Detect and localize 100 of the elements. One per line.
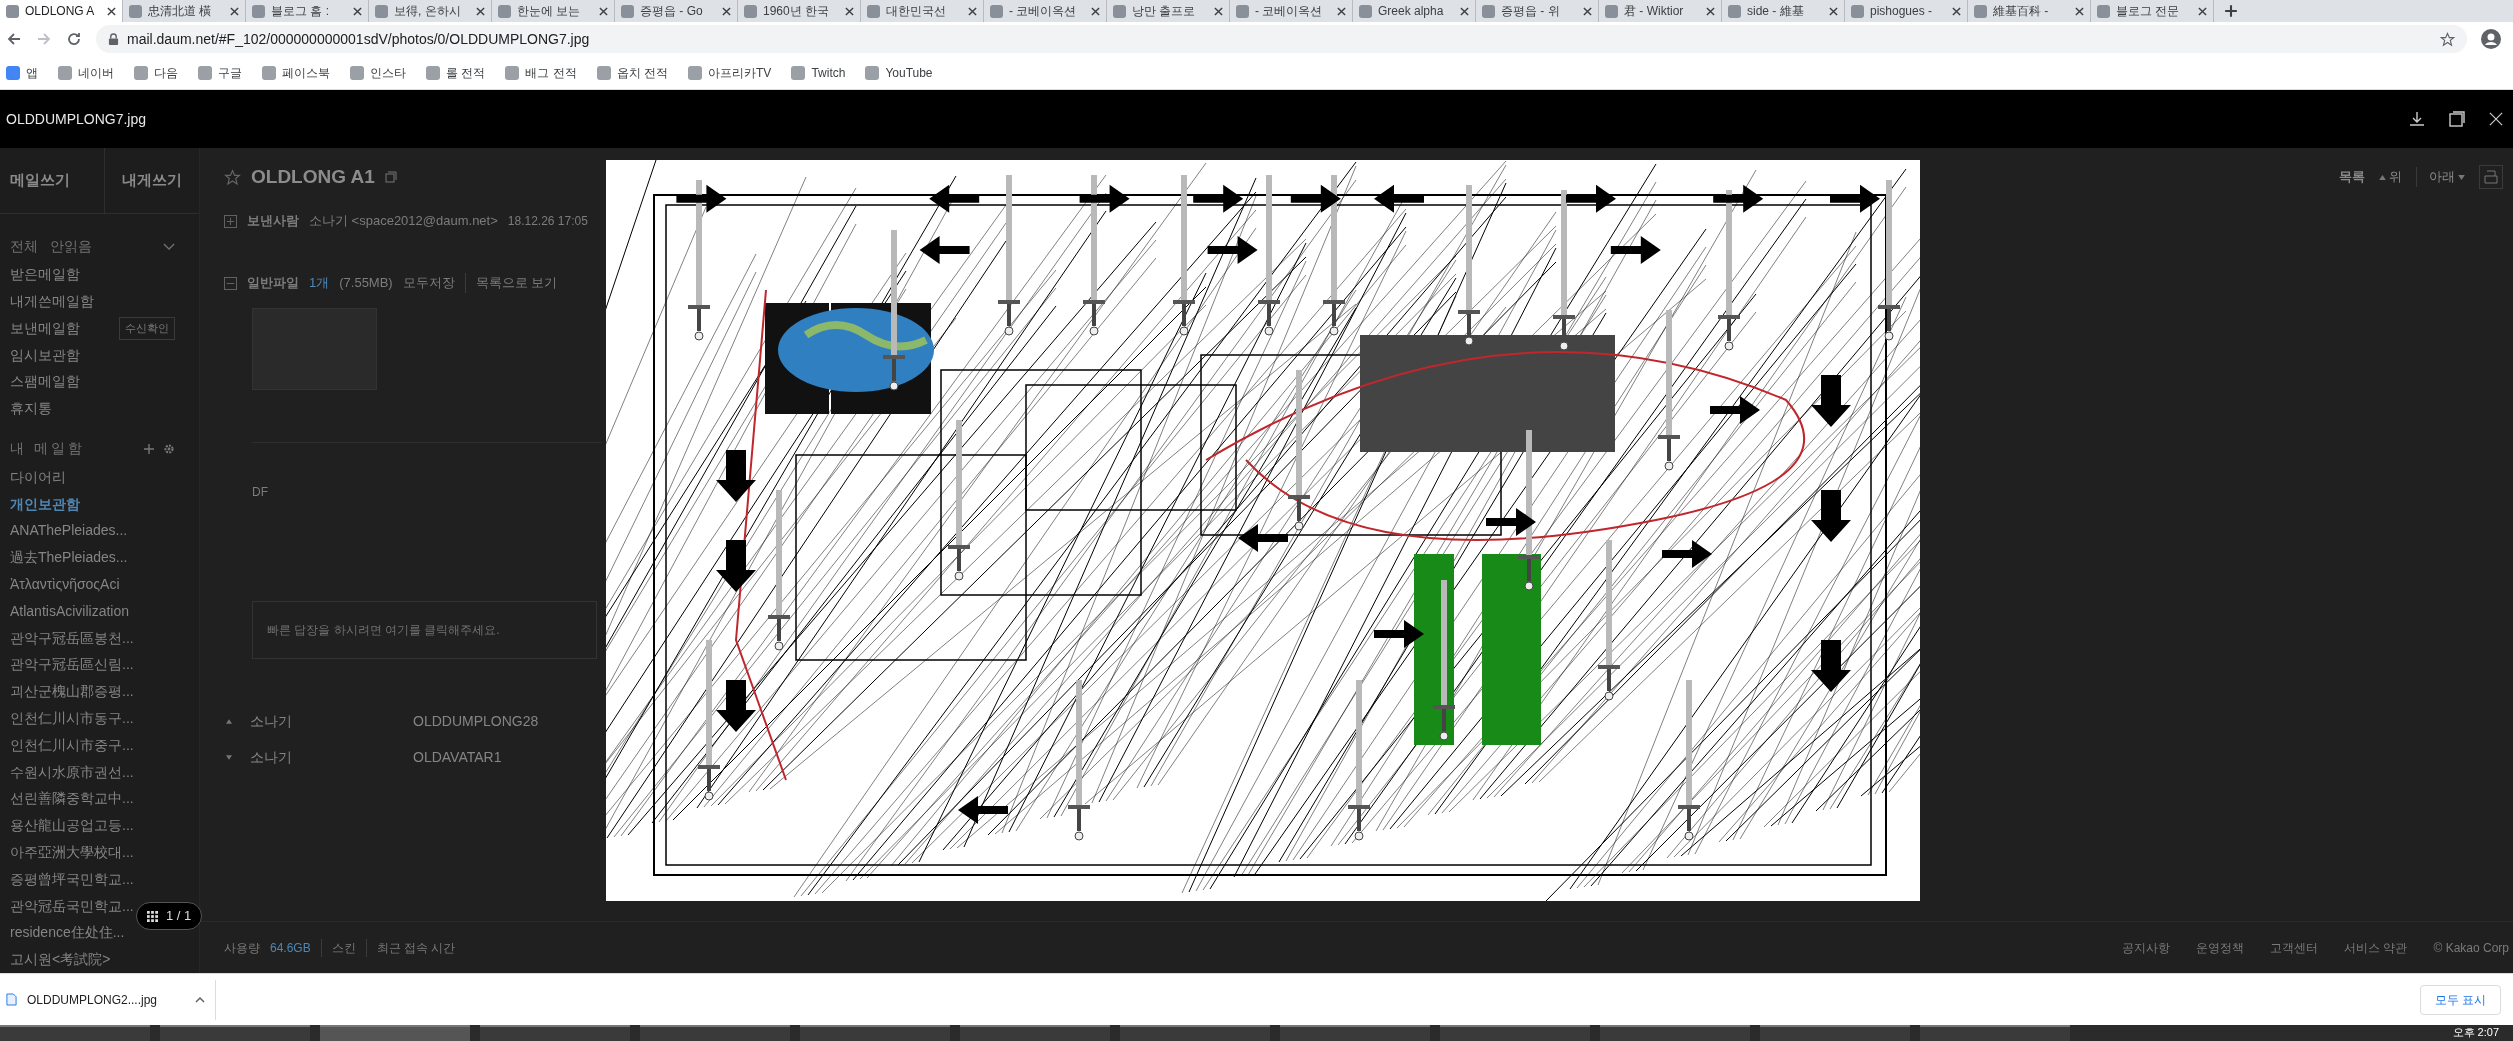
save-all-link[interactable]: 모두저장 bbox=[402, 273, 455, 293]
caret-icon[interactable] bbox=[195, 996, 205, 1003]
folder-item[interactable]: 받은메일함 bbox=[10, 264, 80, 286]
close-icon[interactable] bbox=[107, 6, 116, 16]
close-icon[interactable] bbox=[845, 6, 854, 16]
address-bar[interactable]: mail.daum.net/#F_102/000000000001sdV/photos/0/OLDDUMPLONG7.jpg bbox=[96, 25, 2467, 53]
folder-item[interactable]: 고시원<考試院> bbox=[10, 949, 111, 971]
folder-item[interactable]: ANAThePleiades... bbox=[10, 520, 128, 542]
close-icon[interactable] bbox=[476, 6, 485, 16]
close-icon[interactable] bbox=[1706, 6, 1715, 16]
bookmark[interactable]: 아프리카TV bbox=[688, 63, 772, 82]
star-icon[interactable] bbox=[2440, 31, 2455, 47]
list-link[interactable]: 목록 bbox=[2339, 167, 2365, 187]
bookmark[interactable]: YouTube bbox=[865, 63, 933, 82]
close-icon[interactable] bbox=[1460, 6, 1469, 16]
copy-icon[interactable] bbox=[384, 171, 397, 183]
folder-item[interactable]: 용산龍山공업고등... bbox=[10, 815, 134, 837]
footer-link[interactable]: © Kakao Corp bbox=[2433, 938, 2509, 957]
folder-item[interactable]: 아주亞洲大學校대... bbox=[10, 841, 134, 863]
back-icon[interactable] bbox=[6, 31, 22, 47]
bookmark[interactable]: 구글 bbox=[198, 63, 242, 82]
last-access-link[interactable]: 최근 접속 시간 bbox=[365, 938, 456, 957]
taskbar-app-icon[interactable] bbox=[1280, 1025, 1430, 1041]
taskbar-app-icon[interactable] bbox=[960, 1025, 1110, 1041]
folder-item[interactable]: 개인보관함 bbox=[10, 493, 80, 515]
bookmark[interactable]: 앱 bbox=[6, 63, 38, 82]
collapse-icon[interactable] bbox=[224, 276, 237, 290]
close-icon[interactable] bbox=[1952, 6, 1961, 16]
settings-icon[interactable] bbox=[163, 442, 175, 455]
close-icon[interactable] bbox=[230, 6, 239, 16]
list-view-link[interactable]: 목록으로 보기 bbox=[464, 273, 558, 293]
bookmark[interactable]: 배그 전적 bbox=[505, 63, 577, 82]
browser-tab[interactable]: OLDLONG A bbox=[0, 0, 123, 22]
taskbar-app-icon[interactable] bbox=[0, 1025, 150, 1041]
download-icon[interactable] bbox=[2409, 111, 2425, 127]
taskbar-app-icon[interactable] bbox=[1760, 1025, 1910, 1041]
bookmark[interactable]: 다음 bbox=[134, 63, 178, 82]
folder-item[interactable]: 증평曾坪국민학교... bbox=[10, 868, 134, 890]
close-icon[interactable] bbox=[353, 6, 362, 16]
close-icon[interactable] bbox=[1583, 6, 1592, 16]
taskbar-app-icon[interactable] bbox=[160, 1025, 310, 1041]
thread-subject-link[interactable]: OLDAVATAR1 bbox=[413, 746, 502, 768]
bookmark[interactable]: Twitch bbox=[791, 63, 846, 82]
folder-item[interactable]: residence住处住... bbox=[10, 922, 125, 944]
close-icon[interactable] bbox=[968, 6, 977, 16]
profile-icon[interactable] bbox=[2481, 29, 2501, 49]
taskbar-app-icon[interactable] bbox=[800, 1025, 950, 1041]
folder-item[interactable]: 관악구冠岳區봉천... bbox=[10, 627, 134, 649]
folder-item[interactable]: 수원시水原市권선... bbox=[10, 761, 134, 783]
taskbar-app-icon[interactable] bbox=[640, 1025, 790, 1041]
close-icon[interactable] bbox=[2198, 6, 2207, 16]
grid-icon[interactable] bbox=[147, 910, 158, 922]
up-link[interactable]: 위 bbox=[2389, 167, 2402, 187]
taskbar-app-icon[interactable] bbox=[1600, 1025, 1750, 1041]
skin-link[interactable]: 스킨 bbox=[320, 938, 356, 957]
close-icon[interactable] bbox=[1337, 6, 1346, 16]
folder-item[interactable]: ἈτλαντὶςνῆσοςAci bbox=[10, 573, 120, 595]
bookmark[interactable]: 옵치 전적 bbox=[596, 63, 669, 82]
filter-tab[interactable]: 전체 bbox=[10, 235, 38, 257]
folder-item[interactable]: 임시보관함 bbox=[10, 344, 80, 366]
footer-link[interactable]: 서비스 약관 bbox=[2344, 938, 2408, 957]
close-icon[interactable] bbox=[1214, 6, 1223, 16]
taskbar-app-icon[interactable] bbox=[1440, 1025, 1590, 1041]
reply-field[interactable]: 빠른 답장을 하시려면 여기를 클릭해주세요. bbox=[252, 601, 597, 659]
star-icon[interactable] bbox=[224, 168, 241, 186]
taskbar-app-icon[interactable] bbox=[480, 1025, 630, 1041]
receipt-check-button[interactable]: 수신확인 bbox=[119, 317, 175, 340]
window-icon[interactable] bbox=[2449, 111, 2465, 127]
download-item[interactable]: OLDDUMPLONG2....jpg bbox=[6, 979, 216, 1020]
dropdown-caret-icon[interactable] bbox=[163, 241, 175, 251]
filter-tab[interactable]: 안읽음 bbox=[50, 235, 92, 257]
bookmark[interactable]: 페이스북 bbox=[262, 63, 330, 82]
footer-link[interactable]: 운영정책 bbox=[2196, 938, 2245, 957]
new-tab-icon[interactable] bbox=[2224, 4, 2238, 18]
folder-item[interactable]: AtlantisAcivilization bbox=[10, 600, 130, 622]
show-all-button[interactable]: 모두 표시 bbox=[2419, 984, 2501, 1015]
footer-link[interactable]: 공지사항 bbox=[2122, 938, 2171, 957]
expand-icon[interactable] bbox=[224, 214, 237, 228]
compose-button[interactable]: 메일쓰기 bbox=[0, 148, 104, 213]
close-icon[interactable] bbox=[1091, 6, 1100, 16]
folder-item[interactable]: 휴지통 bbox=[10, 398, 52, 420]
down-link[interactable]: 아래 bbox=[2429, 167, 2455, 187]
footer-link[interactable]: 고객센터 bbox=[2270, 938, 2319, 957]
folder-item[interactable]: 선린善隣중학교中... bbox=[10, 788, 134, 810]
add-icon[interactable] bbox=[143, 442, 155, 455]
bookmark[interactable]: 인스타 bbox=[350, 63, 406, 82]
folder-item[interactable]: 인천仁川시市동구... bbox=[10, 707, 134, 729]
bookmark[interactable]: 네이버 bbox=[58, 63, 114, 82]
folder-item[interactable]: 보낸메일함 bbox=[10, 317, 80, 339]
close-icon[interactable] bbox=[599, 6, 608, 16]
folder-item[interactable]: 괴산군槐山郡증평... bbox=[10, 681, 134, 703]
folder-item[interactable]: 인천仁川시市중구... bbox=[10, 734, 134, 756]
taskbar-app-icon[interactable] bbox=[1920, 1025, 2070, 1041]
thread-subject-link[interactable]: OLDDUMPLONG28 bbox=[413, 710, 539, 732]
folder-item[interactable]: 다이어리 bbox=[10, 466, 66, 488]
bookmark[interactable]: 롤 전적 bbox=[426, 63, 486, 82]
close-icon[interactable] bbox=[1829, 6, 1838, 16]
self-compose-button[interactable]: 내게쓰기 bbox=[104, 148, 199, 213]
folder-item[interactable]: 過去ThePleiades... bbox=[10, 547, 128, 569]
folder-item[interactable]: 내게쓴메일함 bbox=[10, 291, 94, 312]
